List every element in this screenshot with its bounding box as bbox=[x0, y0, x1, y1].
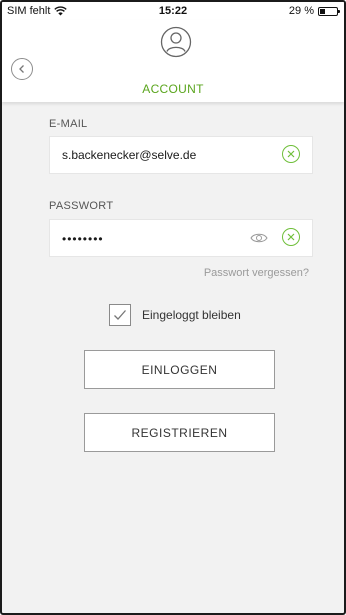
forgot-password-link[interactable]: Passwort vergessen? bbox=[204, 267, 309, 279]
eye-icon[interactable] bbox=[250, 231, 268, 245]
account-icon bbox=[160, 26, 192, 58]
clear-email-button[interactable] bbox=[282, 145, 300, 163]
remember-me-row: Eingeloggt bleiben bbox=[109, 304, 241, 326]
password-label: PASSWORT bbox=[49, 200, 114, 212]
close-icon bbox=[287, 150, 295, 158]
battery-icon bbox=[318, 6, 340, 16]
clear-password-button[interactable] bbox=[282, 228, 300, 246]
password-value: •••••••• bbox=[62, 232, 104, 246]
email-value: s.backenecker@selve.de bbox=[62, 148, 197, 162]
close-icon bbox=[287, 233, 295, 241]
email-label: E-MAIL bbox=[49, 118, 88, 130]
back-icon bbox=[19, 65, 24, 73]
checkmark-icon bbox=[114, 310, 126, 320]
remember-me-checkbox[interactable] bbox=[109, 304, 131, 326]
page-title: ACCOUNT bbox=[142, 82, 204, 96]
login-button[interactable]: EINLOGGEN bbox=[84, 350, 275, 389]
register-button[interactable]: REGISTRIEREN bbox=[84, 413, 275, 452]
password-field[interactable]: •••••••• bbox=[49, 219, 313, 257]
battery-indicator: 29 % bbox=[288, 5, 340, 17]
email-field[interactable]: s.backenecker@selve.de bbox=[49, 136, 313, 174]
back-button[interactable] bbox=[11, 58, 33, 80]
app-screen: SIM fehlt 15:22 29 % ACCOUNT E-MAIL s.ba… bbox=[0, 0, 346, 615]
nav-header: ACCOUNT bbox=[2, 20, 344, 102]
remember-me-label: Eingeloggt bleiben bbox=[142, 308, 241, 322]
battery-percent: 29 % bbox=[288, 5, 314, 17]
status-bar: SIM fehlt 15:22 29 % bbox=[2, 2, 344, 20]
